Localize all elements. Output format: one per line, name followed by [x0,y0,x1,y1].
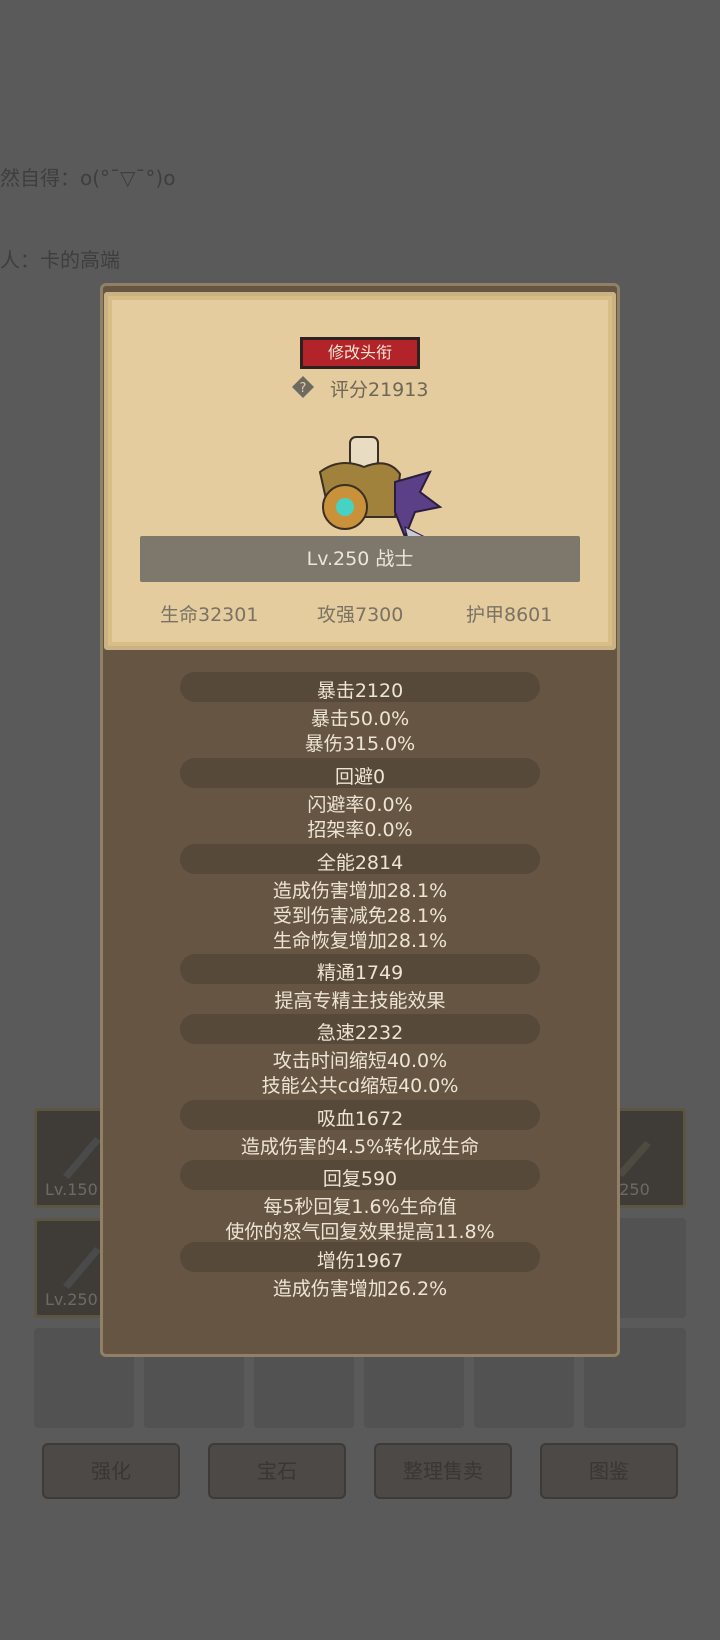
stat-line: 暴伤315.0% [304,733,416,755]
main-stat-armor: 护甲8601 [466,604,553,626]
stat-line: 攻击时间缩短40.0% [272,1050,448,1072]
stat-header-lifesteal: 吸血1672 [316,1108,404,1130]
question-diamond-icon[interactable]: ? [291,375,315,399]
stat-line: 造成伤害的4.5%转化成生命 [240,1136,480,1158]
level-class-label: Lv.250 战士 [140,536,580,582]
stat-line: 提高专精主技能效果 [274,990,446,1012]
stat-header-crit: 暴击2120 [316,680,404,702]
gem-button[interactable]: 宝石 [208,1443,346,1499]
stat-header-versatility: 全能2814 [316,852,404,874]
bg-chat-line-2: 人：卡的高端 [0,248,120,272]
stat-line: 技能公共cd缩短40.0% [261,1075,459,1097]
stat-header-dodge: 回避0 [334,766,386,788]
svg-text:?: ? [300,381,307,396]
sort-sell-button[interactable]: 整理售卖 [374,1443,512,1499]
rename-title-button[interactable]: 修改头衔 [300,337,420,369]
codex-button[interactable]: 图鉴 [540,1443,678,1499]
main-stat-attack: 攻强7300 [317,604,404,626]
stat-line: 造成伤害增加28.1% [272,880,448,902]
main-stat-hp: 生命32301 [160,604,259,626]
stat-header-mastery: 精通1749 [316,962,404,984]
stat-line: 生命恢复增加28.1% [272,930,448,952]
stat-header-damage-bonus: 增伤1967 [316,1250,404,1272]
stat-line: 每5秒回复1.6%生命值 [263,1196,457,1218]
stat-line: 暴击50.0% [310,708,410,730]
bg-chat-line-1: 然自得：o(°¯▽¯°)o [0,166,176,190]
stat-line: 闪避率0.0% [307,794,413,816]
stat-header-regen: 回复590 [322,1168,398,1190]
stat-line: 招架率0.0% [307,819,413,841]
score-value: 评分21913 [330,379,429,401]
enhance-button[interactable]: 强化 [42,1443,180,1499]
hero-warrior-avatar [318,436,443,548]
stat-line: 造成伤害增加26.2% [272,1278,448,1300]
stat-header-haste: 急速2232 [316,1022,404,1044]
stat-line: 使你的怒气回复效果提高11.8% [225,1221,495,1243]
stat-line: 受到伤害减免28.1% [272,905,448,927]
